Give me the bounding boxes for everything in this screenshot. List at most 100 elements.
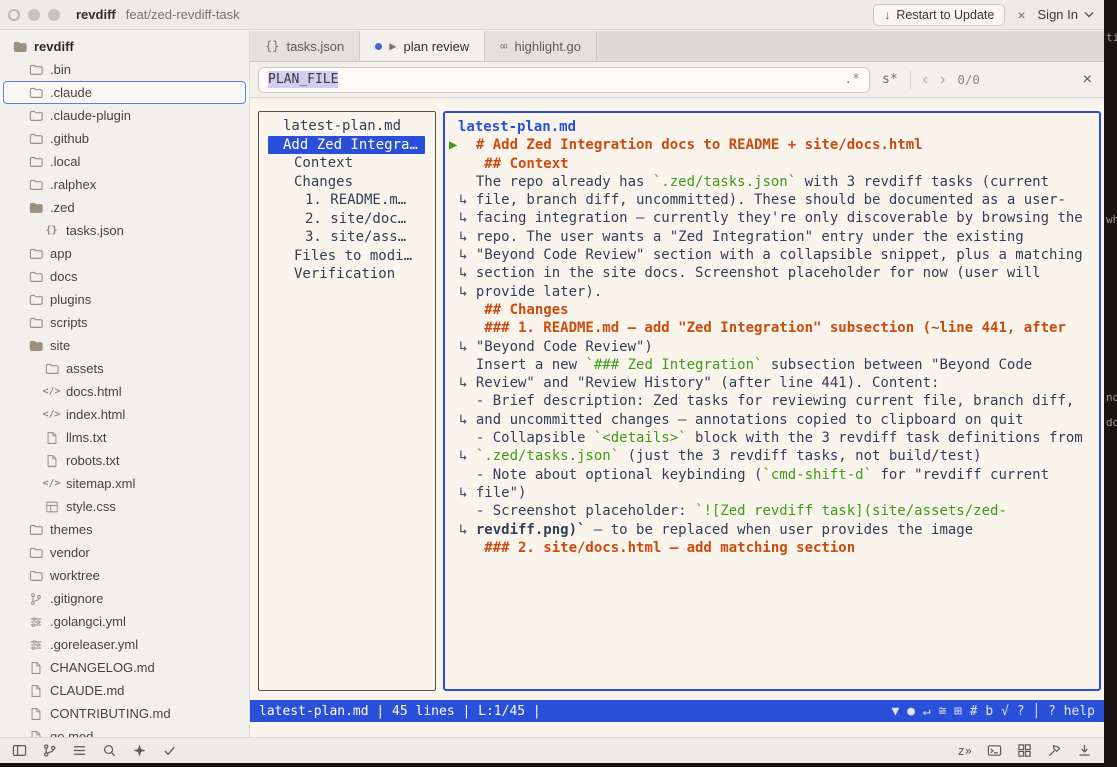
file-tree-item-index-html[interactable]: </>index.html (0, 403, 249, 426)
list-icon[interactable] (72, 743, 87, 758)
project-name[interactable]: revdiff (76, 7, 116, 22)
folder-icon (44, 362, 59, 376)
restart-to-update-button[interactable]: ↓ Restart to Update (873, 4, 1005, 26)
line-gutter (449, 392, 459, 410)
line-gutter (449, 319, 459, 337)
search-icon[interactable] (102, 743, 117, 758)
file-tree-item-vendor[interactable]: vendor (0, 541, 249, 564)
file-tree-item-worktree[interactable]: worktree (0, 564, 249, 587)
file-tree-item-golangci-yml[interactable]: .golangci.yml (0, 610, 249, 633)
file-tree-item-label: revdiff (34, 39, 74, 54)
file-tree-item-docs-html[interactable]: </>docs.html (0, 380, 249, 403)
terminal-panel-icon[interactable] (987, 743, 1002, 758)
file-tree-item-label: app (50, 246, 72, 261)
search-input[interactable]: PLAN_FILE .* (258, 67, 870, 93)
folder-icon (28, 155, 43, 169)
regex-icon[interactable]: .* (844, 72, 860, 87)
minimize-button[interactable] (28, 9, 40, 21)
outline-list: Add Zed Integra…ContextChanges1. README.… (259, 136, 435, 284)
sign-in-label: Sign In (1038, 7, 1078, 22)
plan-line: ↳ section in the site docs. Screenshot p… (449, 264, 1093, 282)
file-tree-item-revdiff[interactable]: revdiff (0, 35, 249, 58)
file-tree-item-zed[interactable]: .zed (0, 196, 249, 219)
plan-line: The repo already has `.zed/tasks.json` w… (449, 173, 1093, 191)
file-tree-item-claude-md[interactable]: CLAUDE.md (0, 679, 249, 702)
file-tree-item-goreleaser-yml[interactable]: .goreleaser.yml (0, 633, 249, 656)
tab-tasks-json[interactable]: {}tasks.json (250, 31, 360, 61)
divider (910, 71, 911, 89)
outline-item-context[interactable]: Context (259, 154, 435, 173)
outline-item-2-site-doc[interactable]: 2. site/doc… (259, 210, 435, 229)
file-tree-item-assets[interactable]: assets (0, 357, 249, 380)
check-icon[interactable] (162, 743, 177, 758)
file-tree-item-local[interactable]: .local (0, 150, 249, 173)
file-tree-item-plugins[interactable]: plugins (0, 288, 249, 311)
dismiss-update-button[interactable]: × (1017, 7, 1025, 23)
file-tree-item-go-mod[interactable]: go.mod (0, 725, 249, 737)
file-icon (44, 431, 59, 445)
tab-highlight-go[interactable]: ∞highlight.go (485, 31, 597, 61)
file-tree-item-themes[interactable]: themes (0, 518, 249, 541)
tab-label: tasks.json (286, 39, 344, 54)
download-tray-icon[interactable] (1077, 743, 1092, 758)
file-tree-item-site[interactable]: site (0, 334, 249, 357)
line-gutter (449, 191, 459, 209)
file-tree-item-label: .local (50, 154, 80, 169)
file-tree-item-scripts[interactable]: scripts (0, 311, 249, 334)
sparkle-icon[interactable] (132, 743, 147, 758)
code-icon: </> (44, 409, 59, 420)
outline-item-add-zed-integra[interactable]: Add Zed Integra… (268, 136, 425, 155)
tab-plan-review[interactable]: ▶plan review (360, 31, 485, 61)
grid-icon[interactable] (1017, 743, 1032, 758)
outline-item-files-to-modi[interactable]: Files to modi… (259, 247, 435, 266)
outline-item-3-site-ass[interactable]: 3. site/ass… (259, 228, 435, 247)
git-branch-icon[interactable] (42, 743, 57, 758)
folder-icon (28, 546, 43, 560)
file-tree-item-claude-plugin[interactable]: .claude-plugin (0, 104, 249, 127)
outline-item-changes[interactable]: Changes (259, 173, 435, 192)
file-tree-item-changelog-md[interactable]: CHANGELOG.md (0, 656, 249, 679)
file-tree-item-style-css[interactable]: style.css (0, 495, 249, 518)
file-tree-item-app[interactable]: app (0, 242, 249, 265)
search-option-icon[interactable]: s* (882, 72, 898, 87)
file-tree-item-label: themes (50, 522, 93, 537)
file-tree-item-robots-txt[interactable]: robots.txt (0, 449, 249, 472)
background-text-fragment: tit (1106, 31, 1117, 44)
sign-in-button[interactable]: Sign In (1038, 7, 1094, 22)
file-tree-item-label: .zed (50, 200, 75, 215)
editor-pane: {}tasks.json▶plan review∞highlight.go PL… (250, 31, 1104, 737)
previous-match-button[interactable]: ‹ (923, 72, 928, 88)
search-query-text: PLAN_FILE (268, 71, 338, 88)
dock-left-icon[interactable] (12, 743, 27, 758)
file-tree-item-ralphex[interactable]: .ralphex (0, 173, 249, 196)
plan-line: ↳ "Beyond Code Review") (449, 338, 1093, 356)
toolbar-left (12, 743, 177, 758)
zoom-indicator[interactable]: z» (958, 744, 972, 758)
file-tree-item-label: tasks.json (66, 223, 124, 238)
file-tree-item-sitemap-xml[interactable]: </>sitemap.xml (0, 472, 249, 495)
file-tree-item-contributing-md[interactable]: CONTRIBUTING.md (0, 702, 249, 725)
outline-item-verification[interactable]: Verification (259, 265, 435, 284)
plan-title: latest-plan.md (458, 118, 1093, 136)
file-tree-item-bin[interactable]: .bin (0, 58, 249, 81)
file-tree-item-gitignore[interactable]: .gitignore (0, 587, 249, 610)
file-tree-item-docs[interactable]: docs (0, 265, 249, 288)
file-tree-item-label: CLAUDE.md (50, 683, 124, 698)
close-button[interactable] (8, 9, 20, 21)
file-tree-item-tasks-json[interactable]: {}tasks.json (0, 219, 249, 242)
file-tree-item-claude[interactable]: .claude (0, 81, 249, 104)
plan-line: ↳ repo. The user wants a "Zed Integratio… (449, 228, 1093, 246)
next-match-button[interactable]: › (940, 72, 945, 88)
close-search-button[interactable]: × (1083, 72, 1092, 88)
file-tree-item-llms-txt[interactable]: llms.txt (0, 426, 249, 449)
file-tree-item-label: vendor (50, 545, 90, 560)
file-icon (44, 454, 59, 468)
hammer-icon[interactable] (1047, 743, 1062, 758)
zoom-button[interactable] (48, 9, 60, 21)
tab-label: highlight.go (515, 39, 582, 54)
buffer-search-bar: PLAN_FILE .* s* ‹ › 0/0 × (250, 62, 1104, 98)
line-gutter (449, 283, 459, 301)
file-tree-item-github[interactable]: .github (0, 127, 249, 150)
outline-item-1-readme-m[interactable]: 1. README.m… (259, 191, 435, 210)
branch-name[interactable]: feat/zed-revdiff-task (126, 7, 240, 22)
